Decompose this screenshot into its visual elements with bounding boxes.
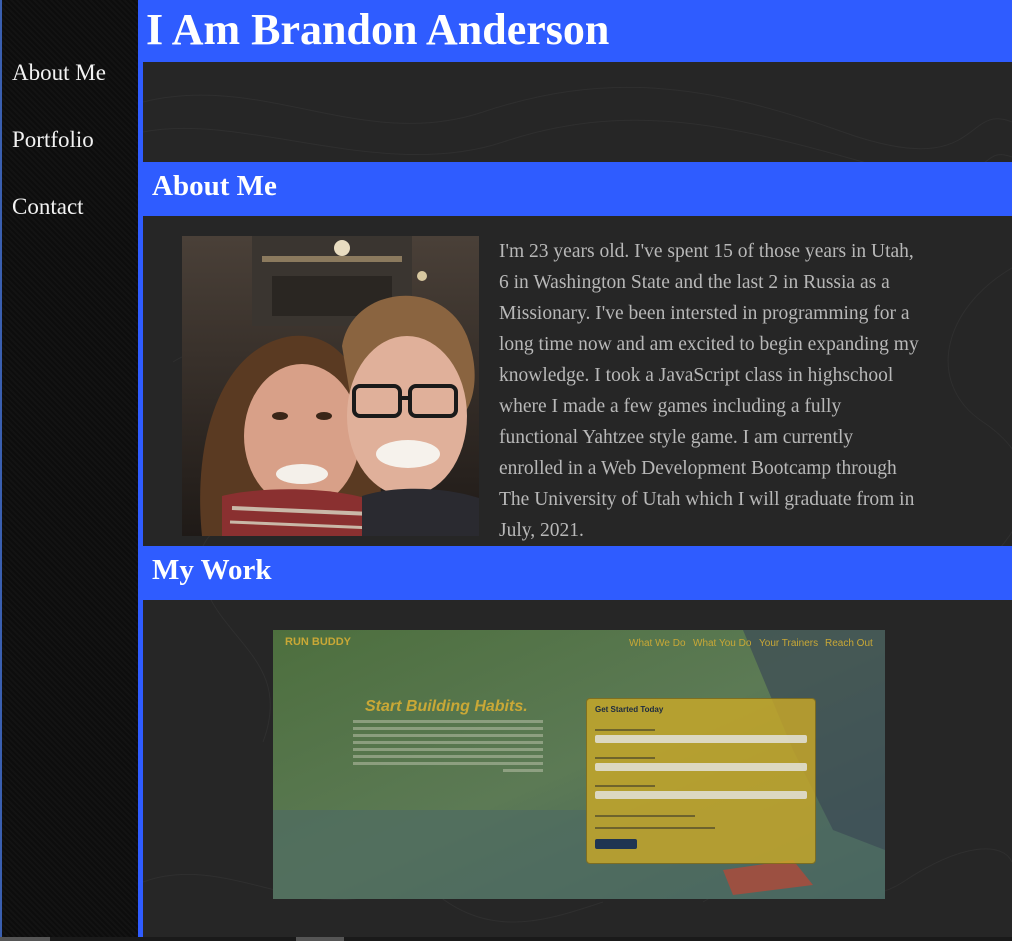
bio-text: I'm 23 years old. I've spent 15 of those… [499, 241, 919, 541]
project-form-field [595, 763, 807, 771]
nav-link-about-me[interactable]: About Me [12, 60, 106, 86]
project-nav-item: Your Trainers [759, 638, 819, 649]
sidebar-divider [138, 0, 143, 937]
scrollbar-thumb[interactable] [0, 937, 50, 941]
nav-link-contact[interactable]: Contact [12, 194, 84, 220]
sidebar-nav: About Me Portfolio Contact [0, 0, 138, 937]
horizontal-scrollbar[interactable] [0, 937, 1012, 941]
project-nav-item: Reach Out [825, 638, 873, 649]
work-section-header: My Work [143, 546, 1012, 600]
project-headline: Start Building Habits. [365, 698, 528, 715]
site-title: I Am Brandon Anderson [146, 5, 610, 54]
site-header: I Am Brandon Anderson [138, 0, 1012, 62]
project-signup-form: Get Started Today [586, 698, 816, 864]
scrollbar-thumb-secondary[interactable] [296, 937, 344, 941]
project-form-field [595, 791, 807, 799]
about-heading: About Me [152, 170, 277, 202]
project-form-field [595, 735, 807, 743]
about-section-header: About Me [143, 162, 1012, 216]
project-brand: RUN BUDDY [285, 636, 351, 648]
profile-photo [182, 236, 479, 536]
project-nav-item: What We Do [629, 638, 686, 649]
project-nav-item: What You Do [693, 638, 752, 649]
work-heading: My Work [152, 554, 272, 586]
project-form-title: Get Started Today [595, 705, 664, 714]
project-form-button [595, 839, 637, 849]
project-screenshot-run-buddy[interactable]: RUN BUDDY What We Do What You Do Your Tr… [273, 630, 885, 899]
nav-link-portfolio[interactable]: Portfolio [12, 127, 94, 153]
